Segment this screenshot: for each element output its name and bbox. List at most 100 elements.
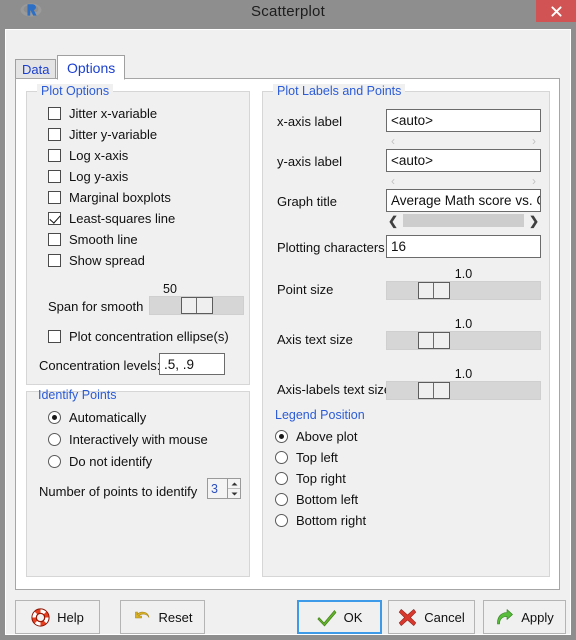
graph-title-scrollbar[interactable]: ❮ ❯ (386, 213, 541, 228)
checkbox-box (48, 212, 61, 225)
checkbox-box (48, 233, 61, 246)
checkbox-label: Jitter x-variable (69, 106, 158, 121)
checkbox-jitter-x[interactable]: Jitter x-variable (48, 106, 157, 121)
spinner-value[interactable]: 3 (207, 478, 227, 499)
checkbox-jitter-y[interactable]: Jitter y-variable (48, 127, 157, 142)
checkbox-box (48, 170, 61, 183)
checkbox-marginal-boxplots[interactable]: Marginal boxplots (48, 190, 171, 205)
radio-automatically[interactable]: Automatically (48, 410, 146, 425)
tab-options[interactable]: Options (57, 55, 126, 80)
checkbox-least-squares-line[interactable]: Least-squares line (48, 211, 175, 226)
point-size-value: 1.0 (454, 267, 473, 281)
cancel-button[interactable]: Cancel (388, 600, 475, 634)
radio-label: Do not identify (69, 454, 153, 469)
span-slider[interactable] (149, 296, 244, 315)
checkbox-box (48, 107, 61, 120)
scroll-track[interactable] (403, 214, 524, 227)
slider-thumb[interactable] (418, 282, 450, 299)
axis-text-size-slider[interactable] (386, 331, 541, 350)
radio-bottom-left[interactable]: Bottom left (275, 492, 358, 507)
green-arrow-icon (495, 608, 514, 627)
checkbox-smooth-line[interactable]: Smooth line (48, 232, 138, 247)
reset-button[interactable]: Reset (120, 600, 205, 634)
graph-title-value: Average Math score vs. GDP (391, 193, 540, 208)
x-axis-label-scrollbar[interactable]: ‹ › (386, 133, 541, 148)
graph-title-input[interactable]: Average Math score vs. GDP (386, 189, 541, 212)
lifebuoy-icon (31, 607, 50, 627)
checkbox-log-x[interactable]: Log x-axis (48, 148, 128, 163)
scroll-left-icon[interactable]: ‹ (386, 175, 400, 187)
reset-button-label: Reset (158, 609, 193, 625)
scroll-track[interactable] (400, 174, 527, 187)
spinner-buttons[interactable] (227, 478, 241, 499)
y-axis-label-scrollbar[interactable]: ‹ › (386, 173, 541, 188)
plotting-characters-input[interactable]: 16 (386, 235, 541, 258)
y-axis-label-input[interactable]: <auto> (386, 149, 541, 172)
checkbox-label: Log y-axis (69, 169, 129, 184)
radio-do-not-identify[interactable]: Do not identify (48, 454, 152, 469)
scroll-left-icon[interactable]: ❮ (386, 215, 400, 227)
radio-top-right[interactable]: Top right (275, 471, 346, 486)
dialog-client-area: Data Options Plot Options Jitter x-varia… (5, 29, 571, 635)
options-panel: Plot Options Jitter x-variable Jitter y-… (15, 78, 560, 590)
x-axis-label-text: x-axis label (277, 114, 343, 129)
concentration-levels-label: Concentration levels: (39, 358, 161, 373)
span-label: Span for smooth (48, 299, 144, 314)
cancel-button-label: Cancel (424, 609, 465, 625)
scroll-right-icon[interactable]: › (527, 175, 541, 187)
spinner-down-icon[interactable] (228, 489, 240, 498)
radio-bottom-right[interactable]: Bottom right (275, 513, 366, 528)
radio-circle (48, 433, 61, 446)
checkbox-label: Marginal boxplots (69, 190, 171, 205)
concentration-levels-input[interactable]: .5, .9 (159, 353, 225, 375)
apply-button-label: Apply (521, 609, 554, 625)
y-axis-label-text: y-axis label (277, 154, 343, 169)
help-button-label: Help (57, 609, 84, 625)
checkbox-box (48, 330, 61, 343)
slider-thumb[interactable] (418, 332, 450, 349)
radio-interactively-with-mouse[interactable]: Interactively with mouse (48, 432, 208, 447)
axis-labels-text-size-slider[interactable] (386, 381, 541, 400)
green-check-icon (317, 608, 337, 627)
plotting-characters-value: 16 (391, 239, 407, 254)
checkbox-label: Least-squares line (69, 211, 176, 226)
radio-above-plot[interactable]: Above plot (275, 429, 357, 444)
ok-button[interactable]: OK (297, 600, 382, 634)
apply-button[interactable]: Apply (483, 600, 566, 634)
plotting-characters-label: Plotting characters (277, 240, 385, 255)
radio-label: Bottom right (296, 513, 367, 528)
tab-data[interactable]: Data (15, 59, 57, 79)
scroll-left-icon[interactable]: ‹ (386, 135, 400, 147)
title-bar: Scatterplot (0, 0, 576, 29)
point-size-label: Point size (277, 282, 334, 297)
points-count-spinner[interactable]: 3 (207, 478, 241, 499)
checkbox-log-y[interactable]: Log y-axis (48, 169, 128, 184)
radio-circle (275, 472, 288, 485)
radio-label: Bottom left (296, 492, 359, 507)
scroll-right-icon[interactable]: › (527, 135, 541, 147)
plot-labels-group: Plot Labels and Points x-axis label <aut… (262, 84, 550, 577)
axis-labels-text-size-value: 1.0 (454, 367, 473, 381)
x-axis-label-input[interactable]: <auto> (386, 109, 541, 132)
help-button[interactable]: Help (15, 600, 100, 634)
identify-points-title: Identify Points (38, 388, 117, 402)
scroll-right-icon[interactable]: ❯ (527, 215, 541, 227)
spinner-up-icon[interactable] (228, 479, 240, 489)
slider-thumb[interactable] (418, 382, 450, 399)
checkbox-show-spread[interactable]: Show spread (48, 253, 145, 268)
undo-arrow-icon (133, 608, 152, 627)
slider-thumb[interactable] (181, 297, 213, 314)
radio-circle (275, 430, 288, 443)
tab-options-label: Options (67, 59, 116, 76)
checkbox-box (48, 149, 61, 162)
concentration-levels-value: .5, .9 (164, 356, 195, 372)
legend-position-title: Legend Position (275, 408, 365, 422)
radio-top-left[interactable]: Top left (275, 450, 338, 465)
close-button[interactable] (536, 0, 576, 22)
checkbox-concentration-ellipse[interactable]: Plot concentration ellipse(s) (48, 329, 229, 344)
y-axis-label-value: <auto> (391, 153, 434, 168)
axis-labels-text-size-label: Axis-labels text size (277, 382, 392, 397)
x-axis-label-value: <auto> (391, 113, 434, 128)
scroll-track[interactable] (400, 134, 527, 147)
point-size-slider[interactable] (386, 281, 541, 300)
